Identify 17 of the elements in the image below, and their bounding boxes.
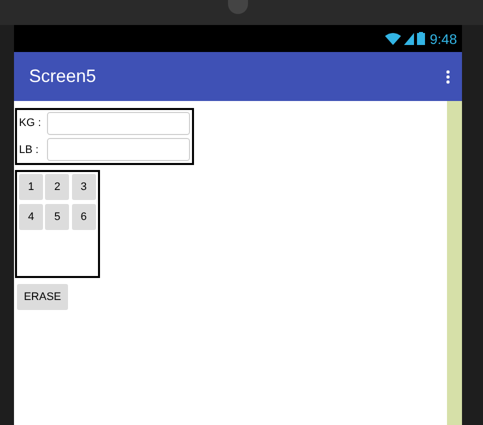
- app-title: Screen5: [29, 65, 96, 88]
- input-field[interactable]: [47, 138, 190, 162]
- overflow-menu-icon[interactable]: [446, 70, 450, 84]
- number-button[interactable]: 3: [72, 174, 96, 200]
- battery-icon: [416, 32, 425, 45]
- field-label: LB :: [19, 142, 40, 158]
- number-button[interactable]: 5: [45, 204, 70, 230]
- number-button[interactable]: 6: [72, 204, 96, 230]
- wifi-icon: [384, 32, 401, 44]
- number-button[interactable]: 4: [19, 204, 43, 230]
- erase-button[interactable]: ERASE: [17, 284, 68, 310]
- status-time: 9:48: [430, 32, 457, 46]
- input-field[interactable]: [47, 112, 190, 135]
- signal-icon: [404, 32, 414, 44]
- number-button[interactable]: 2: [45, 174, 70, 200]
- field-label: KG :: [19, 116, 42, 131]
- number-button[interactable]: 1: [19, 174, 43, 200]
